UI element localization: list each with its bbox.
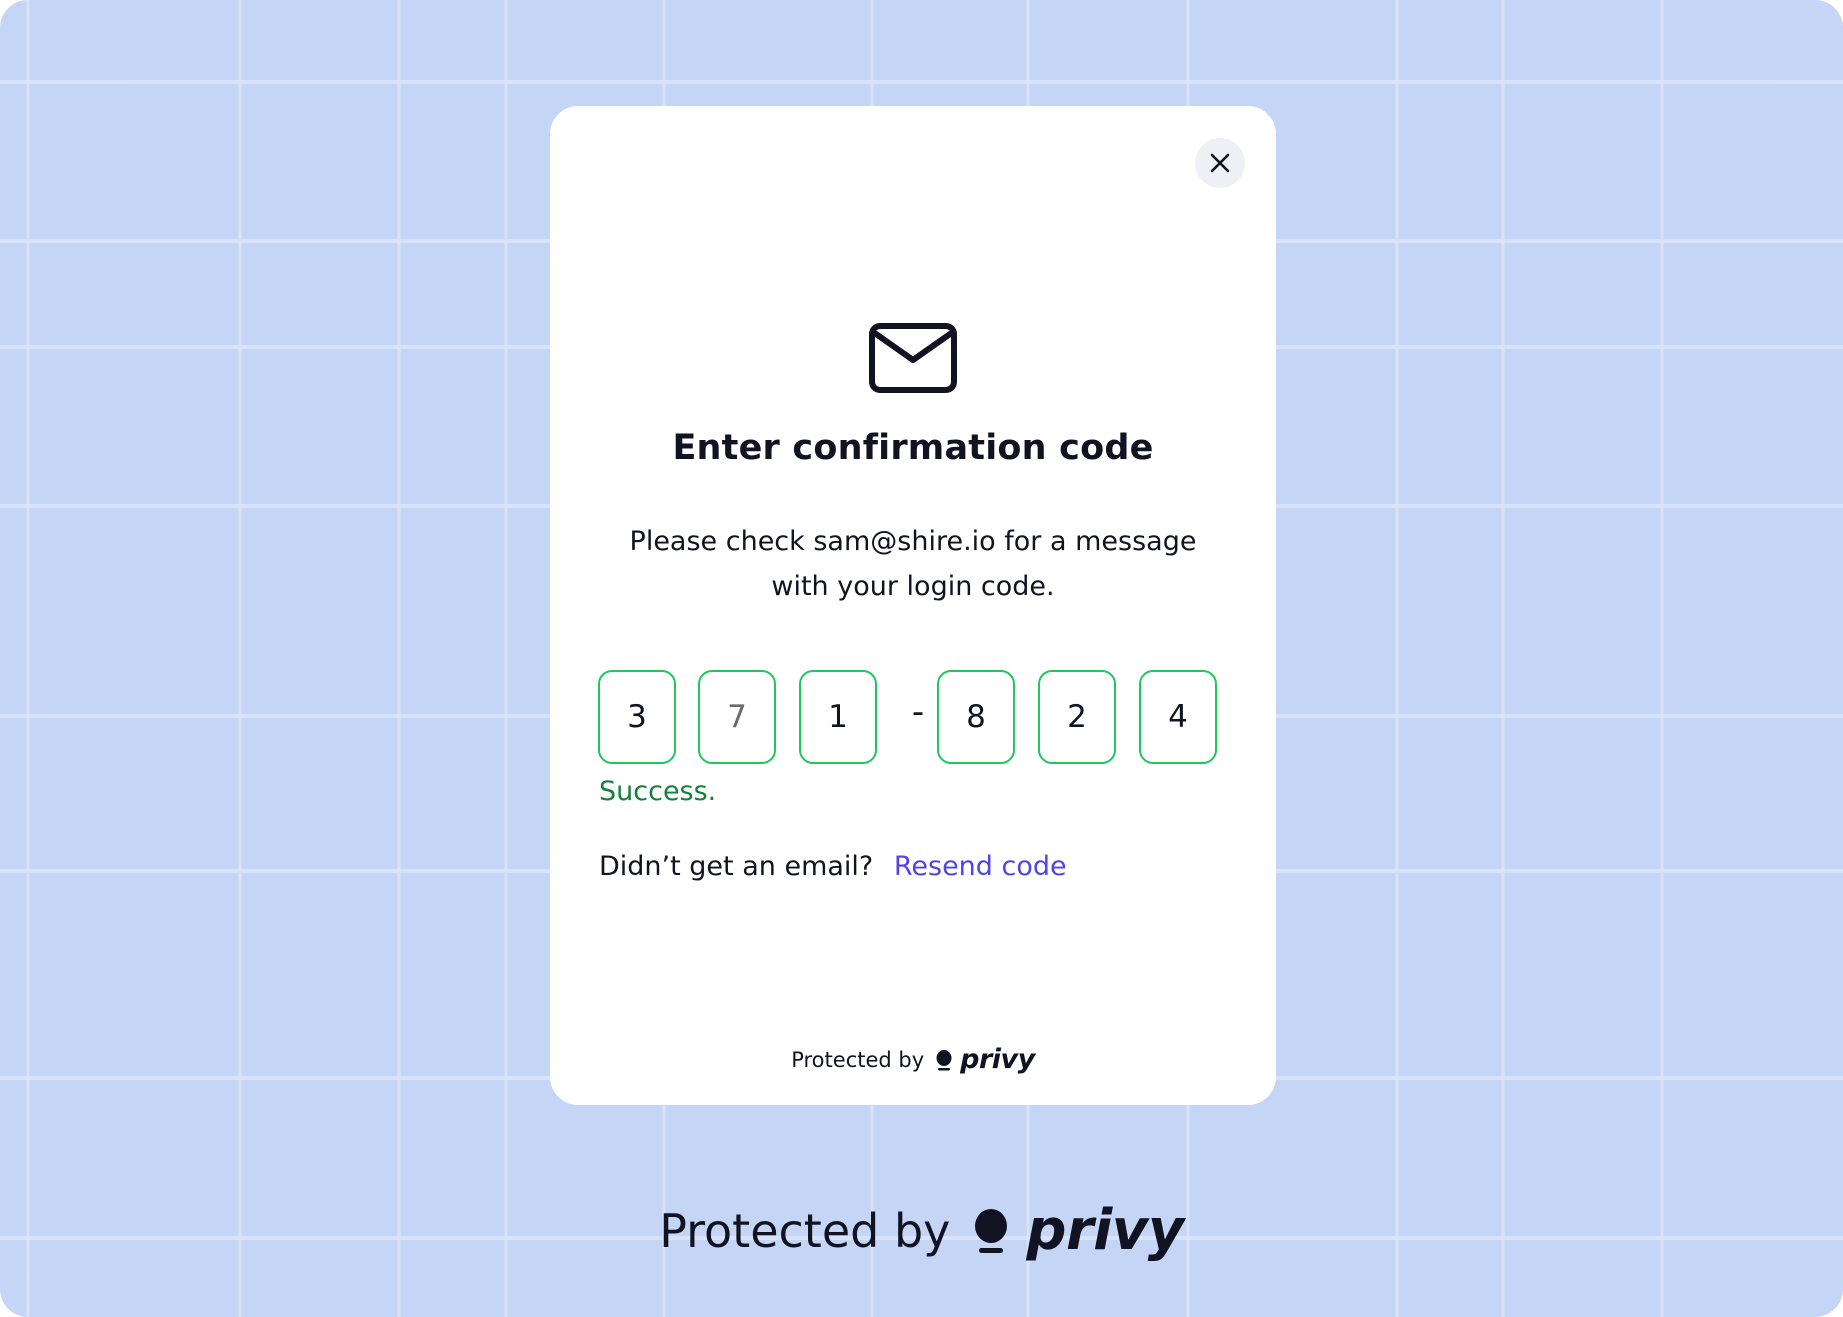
page-footer: Protected by privy	[0, 1198, 1843, 1263]
code-digit-input[interactable]: 8	[937, 670, 1015, 764]
status-message: Success.	[599, 776, 717, 807]
modal-footer: Protected by privy	[550, 1044, 1276, 1075]
modal-description: Please check sam@shire.io for a message …	[629, 526, 1197, 602]
code-digit-input[interactable]: 1	[799, 670, 877, 764]
close-icon	[1210, 153, 1230, 173]
privy-wordmark: privy	[960, 1044, 1035, 1075]
resend-row: Didn’t get an email? Resend code	[599, 851, 1067, 882]
privy-logo-icon	[975, 1208, 1008, 1253]
page-background: Enter confirmation code Please check sam…	[0, 0, 1843, 1317]
code-digit-input[interactable]: 4	[1139, 670, 1217, 764]
modal-title: Enter confirmation code	[672, 428, 1154, 468]
privy-logo-icon	[936, 1049, 952, 1070]
envelope-icon	[869, 323, 957, 393]
code-separator: -	[911, 692, 925, 732]
resend-code-link[interactable]: Resend code	[894, 851, 1067, 882]
code-digit-input[interactable]: 3	[598, 670, 676, 764]
confirmation-modal: Enter confirmation code Please check sam…	[550, 106, 1276, 1105]
protected-by-label: Protected by	[659, 1203, 951, 1258]
code-digit-input[interactable]: 2	[1038, 670, 1116, 764]
code-digit-input[interactable]: 7	[698, 670, 776, 764]
protected-by-label: Protected by	[791, 1047, 925, 1072]
privy-wordmark: privy	[1026, 1198, 1184, 1263]
resend-prompt: Didn’t get an email?	[599, 851, 874, 882]
close-button[interactable]	[1195, 138, 1245, 188]
